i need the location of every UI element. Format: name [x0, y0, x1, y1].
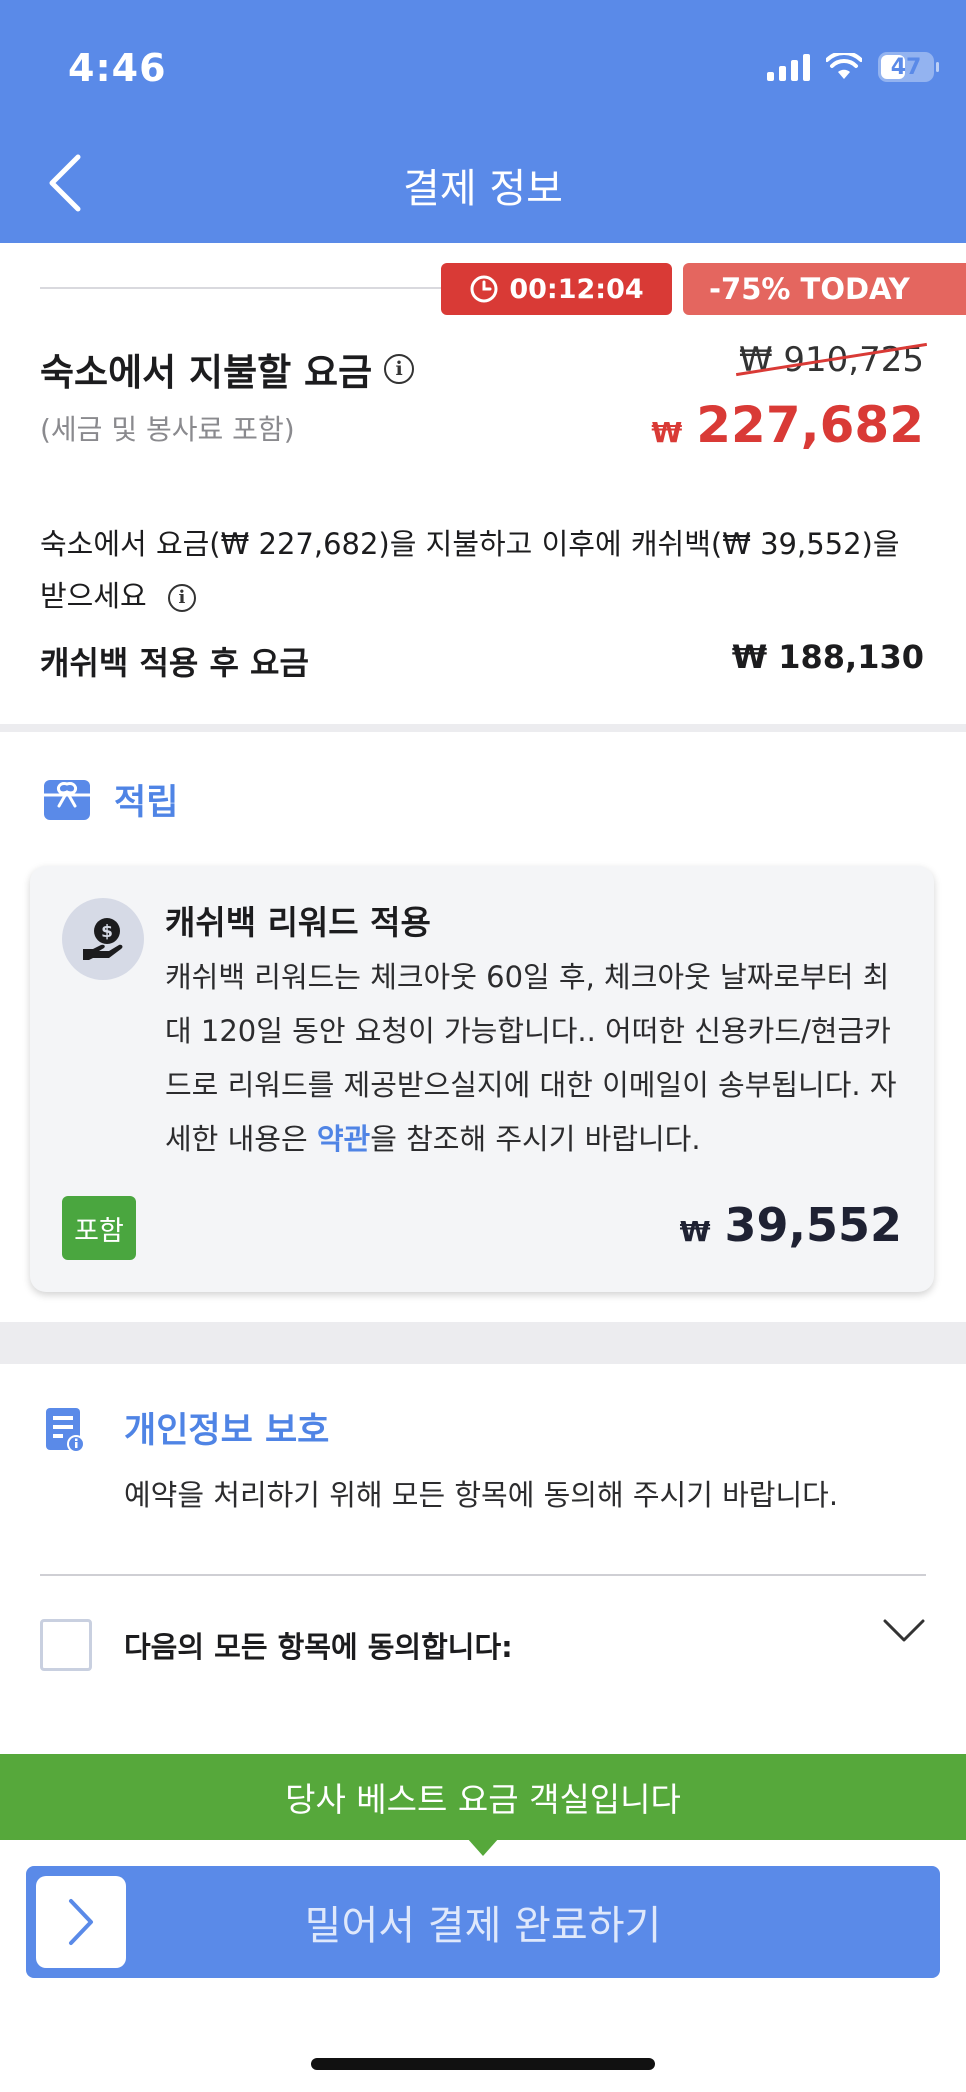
slide-to-pay-label: 밀어서 결제 완료하기	[304, 1903, 662, 1949]
page-title: 결제 정보	[403, 166, 563, 212]
cash-hand-icon: $	[62, 898, 144, 980]
privacy-title: 개인정보 보호	[124, 1411, 330, 1451]
final-price-currency: ₩	[651, 416, 683, 449]
divider	[40, 1574, 926, 1576]
earn-title: 적립	[114, 783, 179, 823]
home-indicator	[311, 2058, 655, 2070]
chevron-down-icon	[883, 1619, 925, 1642]
final-price-amount: 227,682	[696, 396, 924, 454]
terms-link[interactable]: 약관	[317, 1122, 370, 1156]
header: 4:46 47 결제 정보	[0, 0, 966, 243]
info-icon[interactable]: i	[384, 354, 415, 384]
timer-value: 00:12:04	[509, 273, 644, 305]
reward-description: 캐쉬백 리워드는 체크아웃 60일 후, 체크아웃 날짜로부터 최대 120일 …	[165, 950, 900, 1166]
slide-handle[interactable]	[36, 1876, 126, 1968]
cashback-reward-card: $ 캐쉬백 리워드 적용 캐쉬백 리워드는 체크아웃 60일 후, 체크아웃 날…	[30, 866, 934, 1292]
section-separator	[0, 1322, 966, 1364]
slide-to-pay-bar[interactable]: 밀어서 결제 완료하기	[26, 1866, 940, 1978]
status-time: 4:46	[68, 46, 167, 90]
agree-all-label[interactable]: 다음의 모든 항목에 동의합니다:	[124, 1624, 513, 1666]
pay-title-text: 숙소에서 지불할 요금	[40, 351, 373, 394]
clock-icon	[470, 275, 498, 303]
reward-currency: ₩	[679, 1215, 711, 1248]
after-cashback-label: 캐쉬백 적용 후 요금	[40, 644, 309, 682]
after-cashback-value: ₩ 188,130	[731, 638, 924, 676]
cashback-description: 숙소에서 요금(₩ 227,682)을 지불하고 이후에 캐쉬백(₩ 39,55…	[40, 518, 930, 622]
discount-badge: -75% TODAY	[683, 263, 966, 315]
included-badge: 포함	[62, 1196, 136, 1260]
divider	[40, 287, 450, 289]
expand-agreements-button[interactable]	[882, 1618, 926, 1648]
earn-header: 적립	[42, 774, 178, 825]
agree-all-checkbox[interactable]	[40, 1619, 92, 1671]
battery-level: 47	[890, 54, 922, 80]
privacy-description: 예약을 처리하기 위해 모든 항목에 동의해 주시기 바랍니다.	[124, 1478, 839, 1512]
battery-icon: 47	[878, 52, 939, 82]
banner-pointer	[467, 1838, 499, 1856]
chevron-right-icon	[69, 1899, 93, 1945]
section-separator	[0, 724, 966, 732]
privacy-document-icon	[44, 1406, 86, 1458]
reward-amount-value: 39,552	[724, 1198, 902, 1252]
pay-at-property-title: 숙소에서 지불할 요금 i	[40, 342, 415, 396]
wifi-icon	[826, 53, 862, 79]
gift-icon	[44, 779, 90, 820]
original-price: ₩ 910,725	[735, 340, 928, 380]
final-price: ₩ 227,682	[651, 396, 924, 454]
svg-text:$: $	[101, 922, 113, 942]
pay-subtitle: (세금 및 봉사료 포함)	[40, 413, 295, 446]
signal-icon	[767, 53, 810, 81]
status-icons: 47	[767, 52, 939, 82]
info-icon[interactable]: i	[167, 584, 196, 612]
reward-amount: ₩ 39,552	[680, 1198, 902, 1252]
best-rate-banner: 당사 베스트 요금 객실입니다	[0, 1754, 966, 1840]
reward-text-after: 을 참조해 주시기 바랍니다.	[370, 1122, 701, 1156]
timer-badge: 00:12:04	[441, 263, 672, 315]
reward-title: 캐쉬백 리워드 적용	[165, 903, 431, 942]
